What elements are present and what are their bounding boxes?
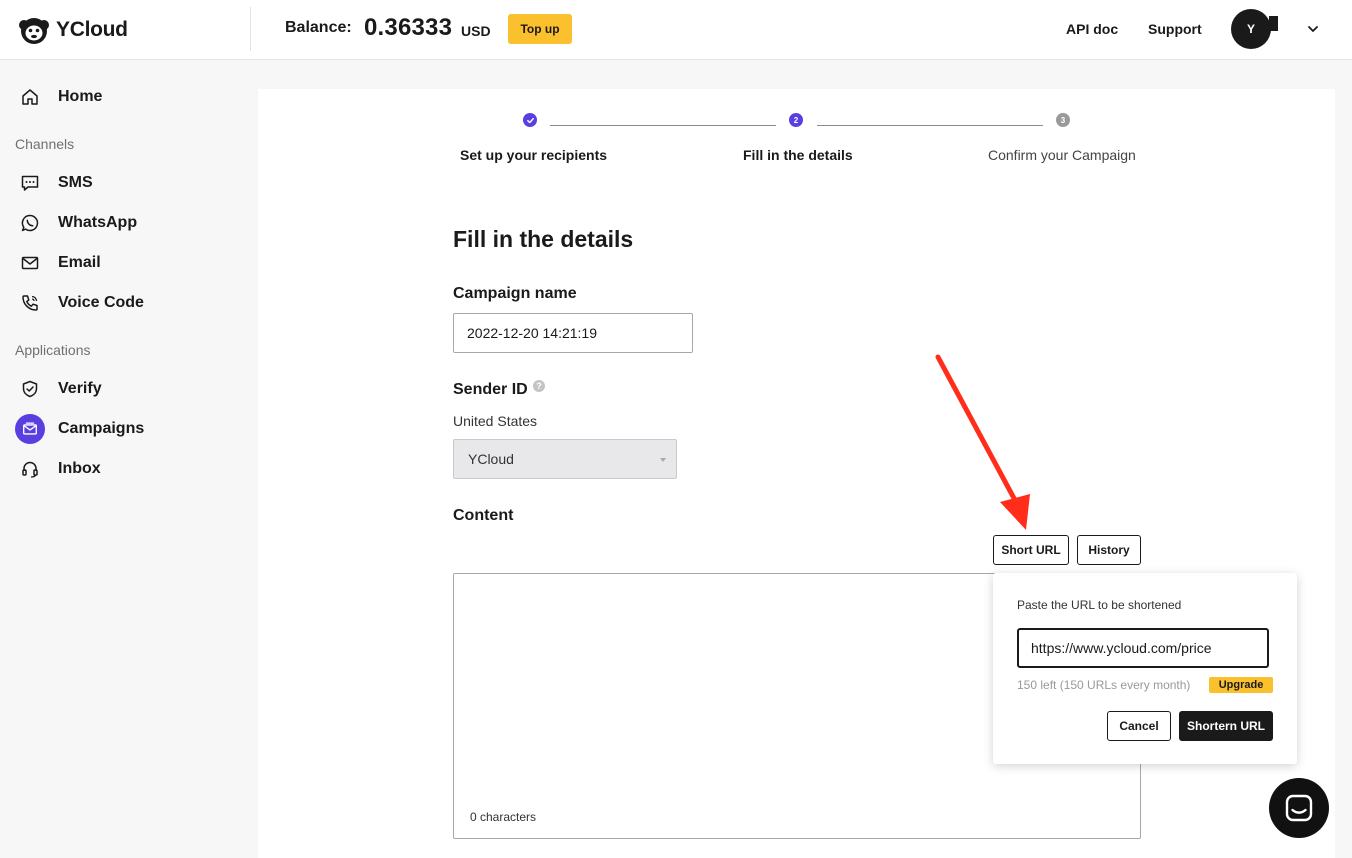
sidebar-item-label: Voice Code — [58, 294, 144, 311]
url-quota-text: 150 left (150 URLs every month) — [1017, 678, 1191, 692]
sms-icon — [18, 171, 42, 195]
page-title: Fill in the details — [453, 226, 634, 252]
sidebar-item-label: Home — [58, 88, 103, 105]
history-button[interactable]: History — [1077, 535, 1141, 565]
sidebar-item-label: Campaigns — [58, 420, 145, 437]
step-label-confirm: Confirm your Campaign — [988, 147, 1136, 163]
sender-id-select[interactable]: YCloud — [453, 439, 677, 479]
balance-unit: USD — [461, 23, 491, 39]
step-label-recipients[interactable]: Set up your recipients — [460, 147, 607, 163]
sidebar-item-voice-code[interactable]: Voice Code — [18, 291, 144, 315]
top-header: YCloud Balance: 0.36333 USD Top up API d… — [0, 0, 1352, 60]
url-input[interactable] — [1017, 628, 1269, 668]
campaign-name-input[interactable] — [453, 313, 693, 353]
sidebar-item-sms[interactable]: SMS — [18, 171, 93, 195]
sidebar-item-label: Verify — [58, 380, 102, 397]
character-count: 0 characters — [470, 810, 537, 824]
help-icon[interactable]: ? — [533, 380, 545, 392]
popover-title: Paste the URL to be shortened — [1017, 598, 1182, 612]
chat-icon — [1285, 794, 1313, 822]
campaign-name-label: Campaign name — [453, 285, 577, 302]
sidebar-item-email[interactable]: Email — [18, 251, 101, 275]
balance-label: Balance: — [285, 19, 352, 36]
step-number-pending: 3 — [1056, 113, 1070, 127]
sidebar-item-label: Email — [58, 254, 101, 271]
sidebar-item-whatsapp[interactable]: WhatsApp — [18, 211, 137, 235]
sender-country: United States — [453, 413, 538, 429]
sidebar-item-campaigns[interactable]: Campaigns — [18, 417, 144, 441]
sidebar-item-label: SMS — [58, 174, 93, 191]
step-done-check-icon — [523, 113, 537, 127]
top-up-button[interactable]: Top up — [508, 14, 572, 44]
step-number-active: 2 — [789, 113, 803, 127]
step-connector — [817, 125, 1043, 126]
sidebar-item-home[interactable]: Home — [18, 85, 102, 109]
sender-id-label: Sender ID — [453, 381, 528, 398]
header-divider — [250, 7, 251, 51]
step-connector — [550, 125, 776, 126]
balance-value: 0.36333 — [364, 14, 453, 41]
monkey-logo-icon — [19, 18, 49, 44]
api-doc-link[interactable]: API doc — [1066, 21, 1118, 37]
short-url-button[interactable]: Short URL — [993, 535, 1069, 565]
content-label: Content — [453, 507, 514, 524]
shorten-url-button[interactable]: Shortern URL — [1179, 711, 1273, 741]
annotation-arrow-icon — [935, 354, 1030, 530]
sidebar: Home Channels SMS WhatsApp Email Voice C… — [0, 61, 240, 858]
whatsapp-icon — [18, 211, 42, 235]
sidebar-item-label: Inbox — [58, 460, 101, 477]
step-label-details[interactable]: Fill in the details — [743, 147, 853, 163]
home-icon — [18, 85, 42, 109]
sender-id-value: YCloud — [468, 451, 514, 467]
support-link[interactable]: Support — [1148, 21, 1202, 37]
upgrade-badge[interactable]: Upgrade — [1209, 677, 1273, 693]
logo-text: YCloud — [56, 18, 128, 41]
chevron-down-icon[interactable] — [1306, 22, 1320, 36]
short-url-popover: Paste the URL to be shortened 150 left (… — [993, 573, 1297, 764]
caret-down-icon — [660, 458, 666, 462]
sidebar-item-verify[interactable]: Verify — [18, 377, 102, 401]
sidebar-item-inbox[interactable]: Inbox — [18, 457, 101, 481]
cancel-button[interactable]: Cancel — [1107, 711, 1171, 741]
logo[interactable]: YCloud — [18, 14, 128, 46]
avatar[interactable]: Y — [1231, 9, 1271, 49]
headset-icon — [18, 457, 42, 481]
sidebar-item-label: WhatsApp — [58, 214, 138, 231]
mail-icon — [18, 251, 42, 275]
section-channels: Channels — [15, 136, 75, 152]
section-applications: Applications — [15, 342, 91, 358]
phone-icon — [18, 291, 42, 315]
shield-check-icon — [18, 377, 42, 401]
chat-launcher[interactable] — [1269, 778, 1329, 838]
